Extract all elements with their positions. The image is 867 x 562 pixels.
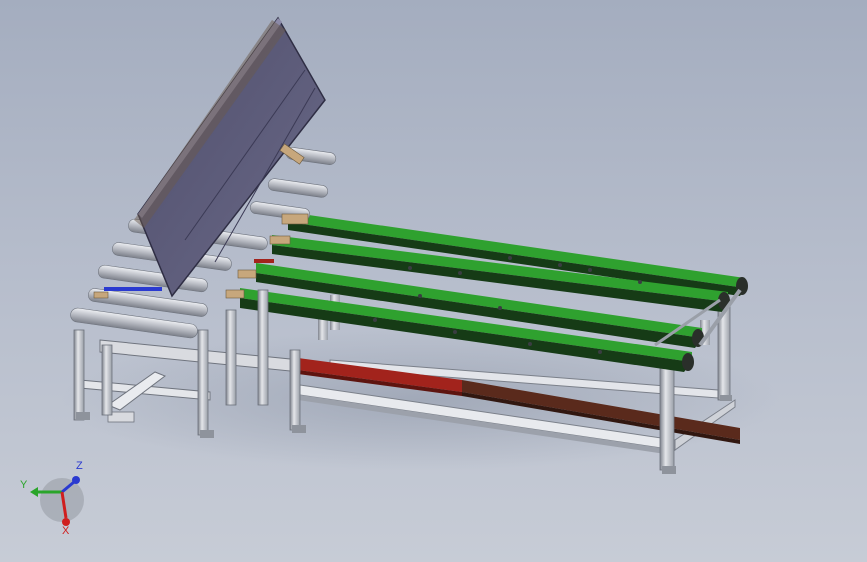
conveyor-assembly-model[interactable] (0, 0, 867, 562)
coordinate-triad (30, 476, 84, 526)
z-axis-head-icon (72, 476, 80, 484)
cad-viewport[interactable]: Y Z X (0, 0, 867, 562)
triad-y-label: Y (20, 479, 28, 491)
triad-x-label: X (62, 525, 70, 537)
y-axis-head-icon (30, 487, 38, 497)
triad-z-label: Z (76, 460, 83, 472)
